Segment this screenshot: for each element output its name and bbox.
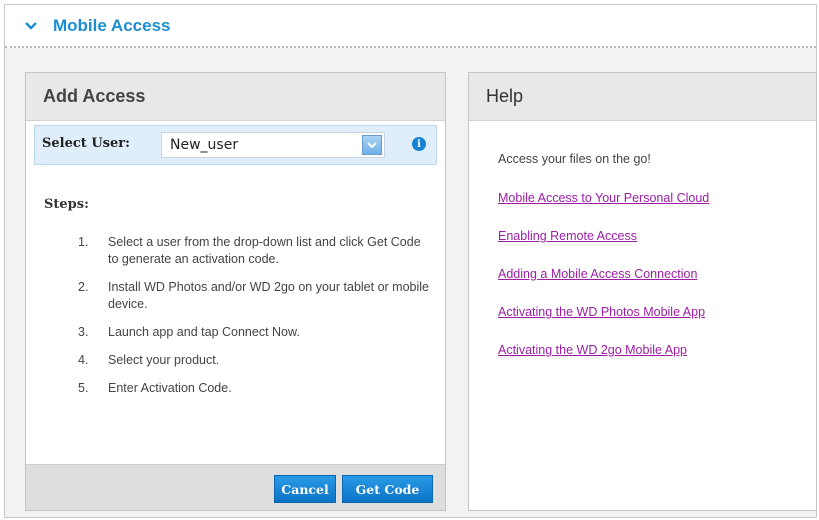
- help-title: Help: [486, 86, 524, 106]
- info-icon[interactable]: i: [412, 137, 426, 151]
- help-link-remote-access[interactable]: Enabling Remote Access: [498, 229, 637, 243]
- section-title: Mobile Access: [53, 15, 171, 35]
- user-select[interactable]: New_user: [161, 132, 385, 158]
- page-frame: Mobile Access Add Access Select User: Ne…: [4, 4, 817, 518]
- help-link-wd-photos[interactable]: Activating the WD Photos Mobile App: [498, 305, 705, 319]
- step-item: 5. Enter Activation Code.: [78, 381, 232, 395]
- help-link-add-connection[interactable]: Adding a Mobile Access Connection: [498, 267, 697, 281]
- cancel-button[interactable]: Cancel: [274, 475, 336, 503]
- step-item: 2. Install WD Photos and/or WD 2go on you…: [78, 280, 429, 311]
- help-panel: Help Access your files on the go! Mobile…: [468, 72, 817, 511]
- help-intro: Access your files on the go!: [498, 152, 651, 166]
- user-select-value: New_user: [170, 137, 239, 153]
- chevron-down-icon[interactable]: [23, 18, 39, 34]
- step-item: 3. Launch app and tap Connect Now.: [78, 325, 300, 339]
- steps-label: Steps:: [44, 197, 89, 212]
- select-user-label: Select User:: [42, 136, 130, 151]
- help-links: Mobile Access to Your Personal Cloud Ena…: [498, 191, 709, 381]
- add-access-title: Add Access: [43, 86, 146, 106]
- add-access-footer: Cancel Get Code: [26, 464, 445, 510]
- select-user-row: Select User: New_user i: [34, 125, 437, 165]
- step-item: 1. Select a user from the drop-down list …: [78, 235, 421, 266]
- steps-list: 1. Select a user from the drop-down list …: [78, 234, 433, 408]
- help-header: Help: [469, 73, 816, 121]
- help-link-wd-2go[interactable]: Activating the WD 2go Mobile App: [498, 343, 687, 357]
- dropdown-arrow-icon[interactable]: [362, 135, 382, 155]
- add-access-header: Add Access: [26, 73, 445, 121]
- help-link-personal-cloud[interactable]: Mobile Access to Your Personal Cloud: [498, 191, 709, 205]
- add-access-panel: Add Access Select User: New_user i Steps…: [25, 72, 446, 511]
- get-code-button[interactable]: Get Code: [342, 475, 433, 503]
- step-item: 4. Select your product.: [78, 353, 220, 367]
- section-header[interactable]: Mobile Access: [5, 5, 816, 48]
